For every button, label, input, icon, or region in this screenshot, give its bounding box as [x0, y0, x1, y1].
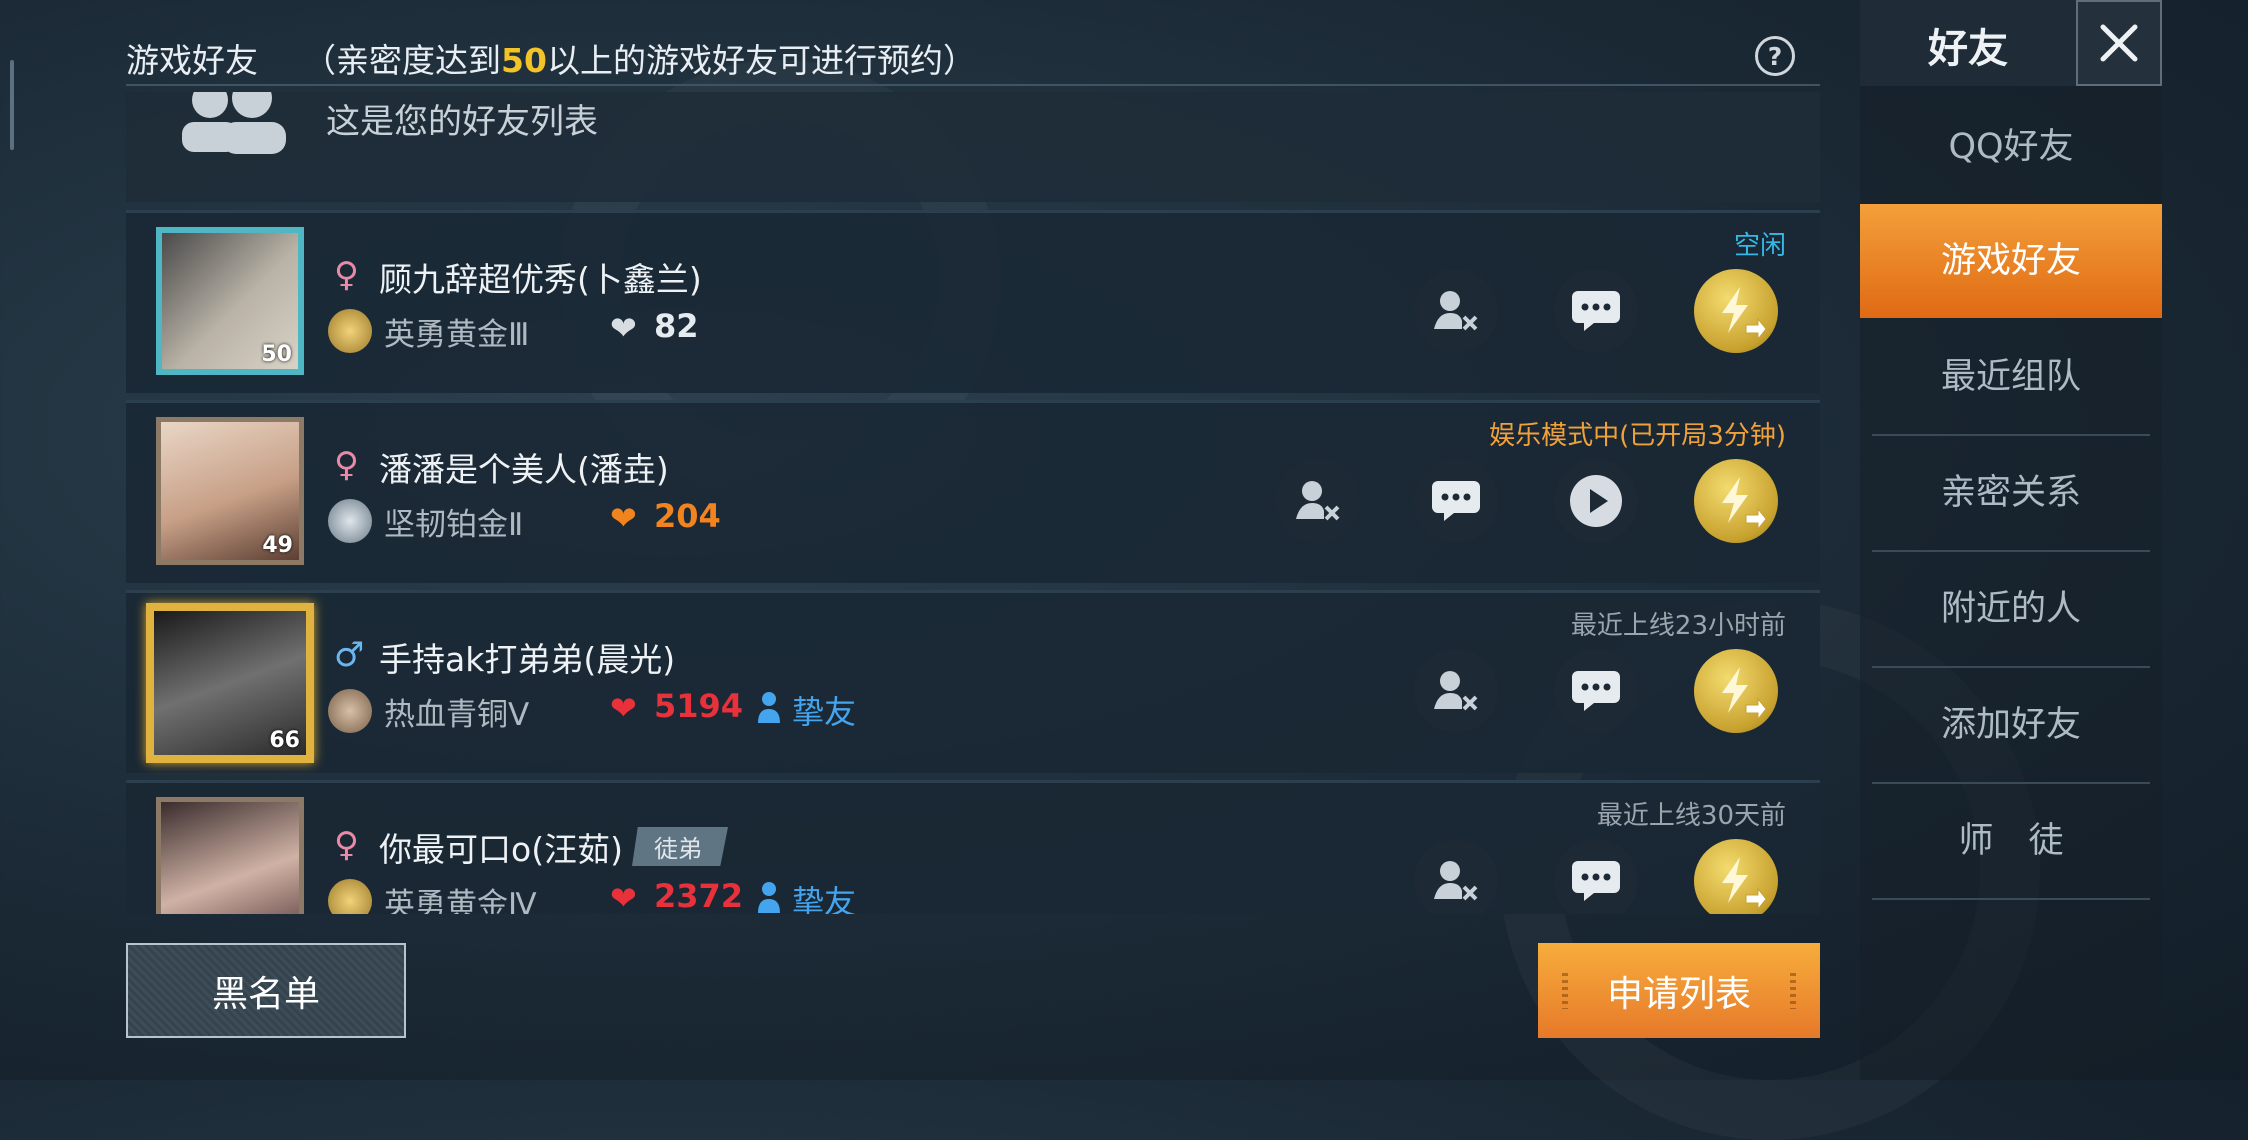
female-icon: ♀	[334, 255, 359, 295]
close-icon	[2100, 24, 2138, 62]
invite-button[interactable]	[1694, 269, 1778, 353]
rank-text: 坚韧铂金Ⅱ	[384, 507, 524, 543]
avatar-level: 66	[269, 728, 300, 753]
sidebar-item-intimacy[interactable]: 亲密关系	[1872, 436, 2150, 552]
sidebar-item-nearby[interactable]: 附近的人	[1872, 552, 2150, 668]
lightning-invite-icon	[1722, 287, 1766, 341]
invite-button[interactable]	[1694, 649, 1778, 733]
lightning-invite-icon	[1722, 857, 1766, 911]
remove-friend-button[interactable]	[1414, 839, 1498, 914]
sidebar-item-mentorship[interactable]: 师 徒	[1872, 784, 2150, 900]
avatar-level: 50	[261, 342, 292, 367]
remove-friend-icon	[1434, 861, 1478, 901]
friend-name: 手持ak打弟弟(晨光)	[379, 640, 676, 679]
avatar[interactable]: 66	[146, 603, 314, 763]
friend-row[interactable]: 49 ♀ 潘潘是个美人(潘垚) 坚韧铂金Ⅱ ❤ 204 娱乐模式中(已开局3分钟…	[126, 400, 1820, 583]
heart-icon: ❤	[610, 879, 637, 914]
remove-friend-icon	[1296, 481, 1340, 521]
friends-silhouette-icon	[182, 92, 286, 154]
close-button[interactable]	[2076, 0, 2162, 86]
status-text: 最近上线23小时前	[1570, 611, 1786, 641]
title-note-highlight: 50	[501, 41, 547, 80]
intimacy-value: 204	[654, 497, 721, 535]
sidebar-item-add-friend[interactable]: 添加好友	[1872, 668, 2150, 784]
apply-list-button[interactable]: 申请列表	[1538, 943, 1820, 1038]
status-text: 空闲	[1733, 231, 1786, 261]
rank-gold-icon	[328, 309, 372, 353]
intro-text: 这是您的好友列表	[326, 102, 598, 142]
chat-button[interactable]	[1554, 269, 1638, 353]
relation-label: 挚友	[792, 883, 857, 914]
intro-panel: 这是您的好友列表	[126, 92, 1820, 202]
heart-icon: ❤	[610, 309, 637, 347]
avatar-level: 49	[262, 533, 293, 558]
title-note-suffix: 以上的游戏好友可进行预约）	[546, 41, 976, 80]
chat-button[interactable]	[1554, 649, 1638, 733]
avatar[interactable]: 49	[156, 417, 304, 565]
play-icon	[1570, 475, 1622, 527]
male-icon: ♂	[334, 635, 365, 675]
sidebar-item-game-friends[interactable]: 游戏好友	[1860, 204, 2162, 318]
lightning-invite-icon	[1722, 477, 1766, 531]
remove-friend-button[interactable]	[1414, 649, 1498, 733]
apprentice-tag: 徒弟	[632, 827, 728, 866]
sidebar-title: 好友	[1928, 26, 2008, 72]
intimacy-value: 2372	[654, 877, 744, 914]
friend-name: 潘潘是个美人(潘垚)	[379, 450, 669, 489]
status-text: 娱乐模式中(已开局3分钟)	[1489, 421, 1786, 451]
remove-friend-button[interactable]	[1276, 459, 1360, 543]
question-circle-icon[interactable]: ?	[1755, 36, 1795, 76]
scroll-indicator	[10, 60, 14, 150]
rank-text: 英勇黄金Ⅲ	[384, 317, 530, 353]
friend-name: 你最可口o(汪茹)	[379, 830, 623, 869]
female-icon: ♀	[334, 825, 359, 865]
invite-button[interactable]	[1694, 459, 1778, 543]
title-text: 游戏好友	[126, 41, 258, 80]
best-friend-icon	[758, 692, 780, 723]
chat-bubble-icon	[1432, 481, 1480, 521]
chat-bubble-icon	[1572, 861, 1620, 901]
avatar[interactable]	[156, 797, 304, 914]
best-friend-icon	[758, 882, 780, 913]
header-divider	[126, 84, 1820, 86]
heart-icon: ❤	[610, 689, 637, 727]
status-text: 最近上线30天前	[1596, 801, 1786, 831]
decor-dots	[1562, 973, 1568, 1009]
remove-friend-button[interactable]	[1414, 269, 1498, 353]
chat-bubble-icon	[1572, 671, 1620, 711]
heart-icon: ❤	[610, 499, 637, 537]
page-title: 游戏好友 （亲密度达到50以上的游戏好友可进行预约）	[126, 34, 976, 82]
relation-label: 挚友	[792, 693, 857, 731]
lightning-invite-icon	[1722, 667, 1766, 721]
female-icon: ♀	[334, 445, 359, 485]
sidebar-item-recent-team[interactable]: 最近组队	[1872, 320, 2150, 436]
rank-gold-icon	[328, 879, 372, 914]
avatar[interactable]: 50	[156, 227, 304, 375]
chat-button[interactable]	[1414, 459, 1498, 543]
sidebar-item-qq-friends[interactable]: QQ好友	[1872, 90, 2150, 206]
rank-bronze-icon	[328, 689, 372, 733]
friend-row[interactable]: ♀ 你最可口o(汪茹) 徒弟 英勇黄金Ⅳ ❤ 2372 挚友 最近上线30天前	[126, 780, 1820, 914]
chat-button[interactable]	[1554, 839, 1638, 914]
friend-name: 顾九辞超优秀(卜鑫兰)	[379, 260, 702, 299]
decor-dots	[1790, 973, 1796, 1009]
apply-list-label: 申请列表	[1606, 973, 1751, 1015]
friend-row[interactable]: 66 ♂ 手持ak打弟弟(晨光) 热血青铜Ⅴ ❤ 5194 挚友 最近上线23小…	[126, 590, 1820, 773]
watch-game-button[interactable]	[1554, 459, 1638, 543]
friend-list[interactable]: 这是您的好友列表 50 ♀ 顾九辞超优秀(卜鑫兰) 英勇黄金Ⅲ ❤ 82 空闲 …	[126, 92, 1820, 914]
rank-text: 英勇黄金Ⅳ	[384, 887, 537, 914]
rank-text: 热血青铜Ⅴ	[384, 697, 530, 733]
rank-platinum-icon	[328, 499, 372, 543]
remove-friend-icon	[1434, 671, 1478, 711]
intimacy-value: 82	[654, 307, 699, 345]
blacklist-button[interactable]: 黑名单	[126, 943, 406, 1038]
remove-friend-icon	[1434, 291, 1478, 331]
invite-button[interactable]	[1694, 839, 1778, 914]
title-note-prefix: （亲密度达到	[303, 41, 501, 80]
friend-row[interactable]: 50 ♀ 顾九辞超优秀(卜鑫兰) 英勇黄金Ⅲ ❤ 82 空闲	[126, 210, 1820, 393]
intimacy-value: 5194	[654, 687, 744, 725]
chat-bubble-icon	[1572, 291, 1620, 331]
